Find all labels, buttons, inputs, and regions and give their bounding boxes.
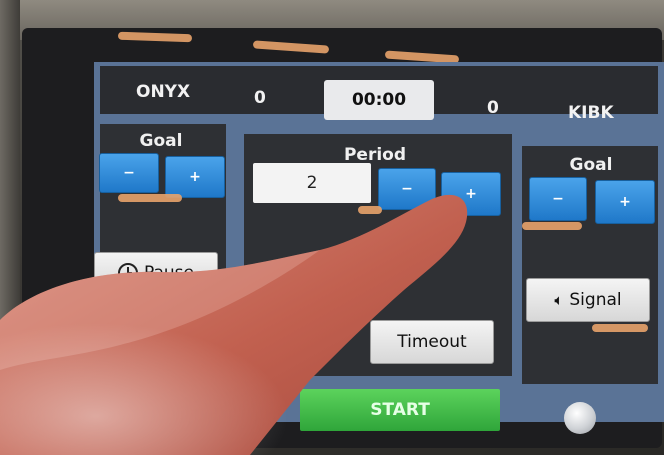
timeout-button[interactable]: Timeout: [370, 320, 494, 364]
period-value-field[interactable]: 2: [253, 163, 371, 203]
pause-button[interactable]: Pause: [94, 252, 218, 294]
left-goal-minus-button[interactable]: −: [99, 153, 159, 193]
speaker-icon: 🔈︎: [554, 291, 564, 309]
pause-label: Pause: [144, 263, 194, 283]
tape-strip: [118, 194, 182, 202]
ball-icon[interactable]: [564, 402, 596, 434]
left-goal-plus-button[interactable]: +: [165, 156, 225, 198]
signal-label: Signal: [569, 290, 622, 310]
left-goal-label: Goal: [139, 131, 183, 151]
start-button[interactable]: START: [300, 389, 500, 431]
period-minus-button[interactable]: −: [378, 168, 436, 210]
home-score: 0: [254, 88, 266, 108]
tape-strip: [592, 324, 648, 332]
period-plus-button[interactable]: +: [441, 172, 501, 216]
signal-button[interactable]: 🔈︎ Signal: [526, 278, 650, 322]
away-score: 0: [487, 98, 499, 118]
period-label: Period: [343, 145, 407, 165]
away-team-name: KIBK: [568, 103, 614, 123]
game-clock[interactable]: 00:00: [324, 80, 434, 120]
tape-strip: [358, 206, 382, 214]
right-goal-label: Goal: [569, 155, 613, 175]
tape-strip: [522, 222, 582, 230]
background-wall-left: [0, 0, 20, 455]
clock-icon: [118, 263, 138, 283]
right-goal-minus-button[interactable]: −: [529, 177, 587, 221]
right-goal-plus-button[interactable]: +: [595, 180, 655, 224]
home-team-name: ONYX: [136, 82, 191, 102]
